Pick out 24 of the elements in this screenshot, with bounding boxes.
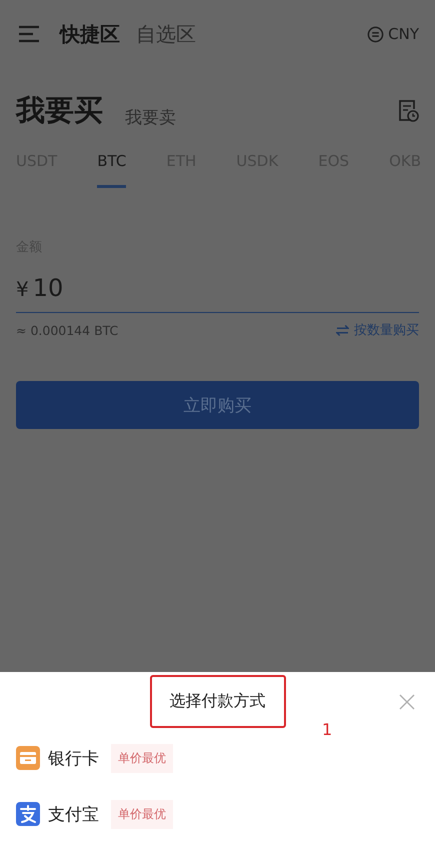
buy-by-quantity-link[interactable]: 按数量购买: [354, 321, 419, 339]
swap-icon[interactable]: [336, 324, 349, 336]
order-history-icon[interactable]: [397, 99, 419, 123]
section-tab[interactable]: 快捷区: [60, 20, 120, 48]
trade-tab[interactable]: 我要买: [16, 91, 103, 131]
best-price-tag: 单价最优: [111, 800, 173, 828]
trade-tab[interactable]: 我要卖: [125, 106, 176, 128]
sheet-title: 选择付款方式: [170, 690, 266, 710]
currency-selector[interactable]: CNY: [388, 25, 419, 43]
estimate-text: ≈ 0.000144 BTC: [16, 322, 118, 338]
method-name: 银行卡: [48, 748, 99, 770]
close-icon[interactable]: [399, 694, 415, 710]
amount-field[interactable]: ¥ 10: [16, 256, 419, 313]
coin-tab[interactable]: BTC: [97, 148, 126, 188]
payment-method[interactable]: 支付宝 单价最优: [16, 786, 419, 842]
menu-icon[interactable]: [18, 25, 40, 43]
exchange-icon[interactable]: [367, 26, 384, 42]
bank-card-icon: [16, 746, 40, 770]
annotation-number: 1: [322, 720, 332, 739]
best-price-tag: 单价最优: [111, 744, 173, 772]
method-name: 支付宝: [48, 804, 99, 826]
section-tab[interactable]: 自选区: [136, 20, 196, 48]
buy-now-button[interactable]: 立即购买: [16, 381, 419, 429]
alipay-icon: [16, 802, 40, 826]
